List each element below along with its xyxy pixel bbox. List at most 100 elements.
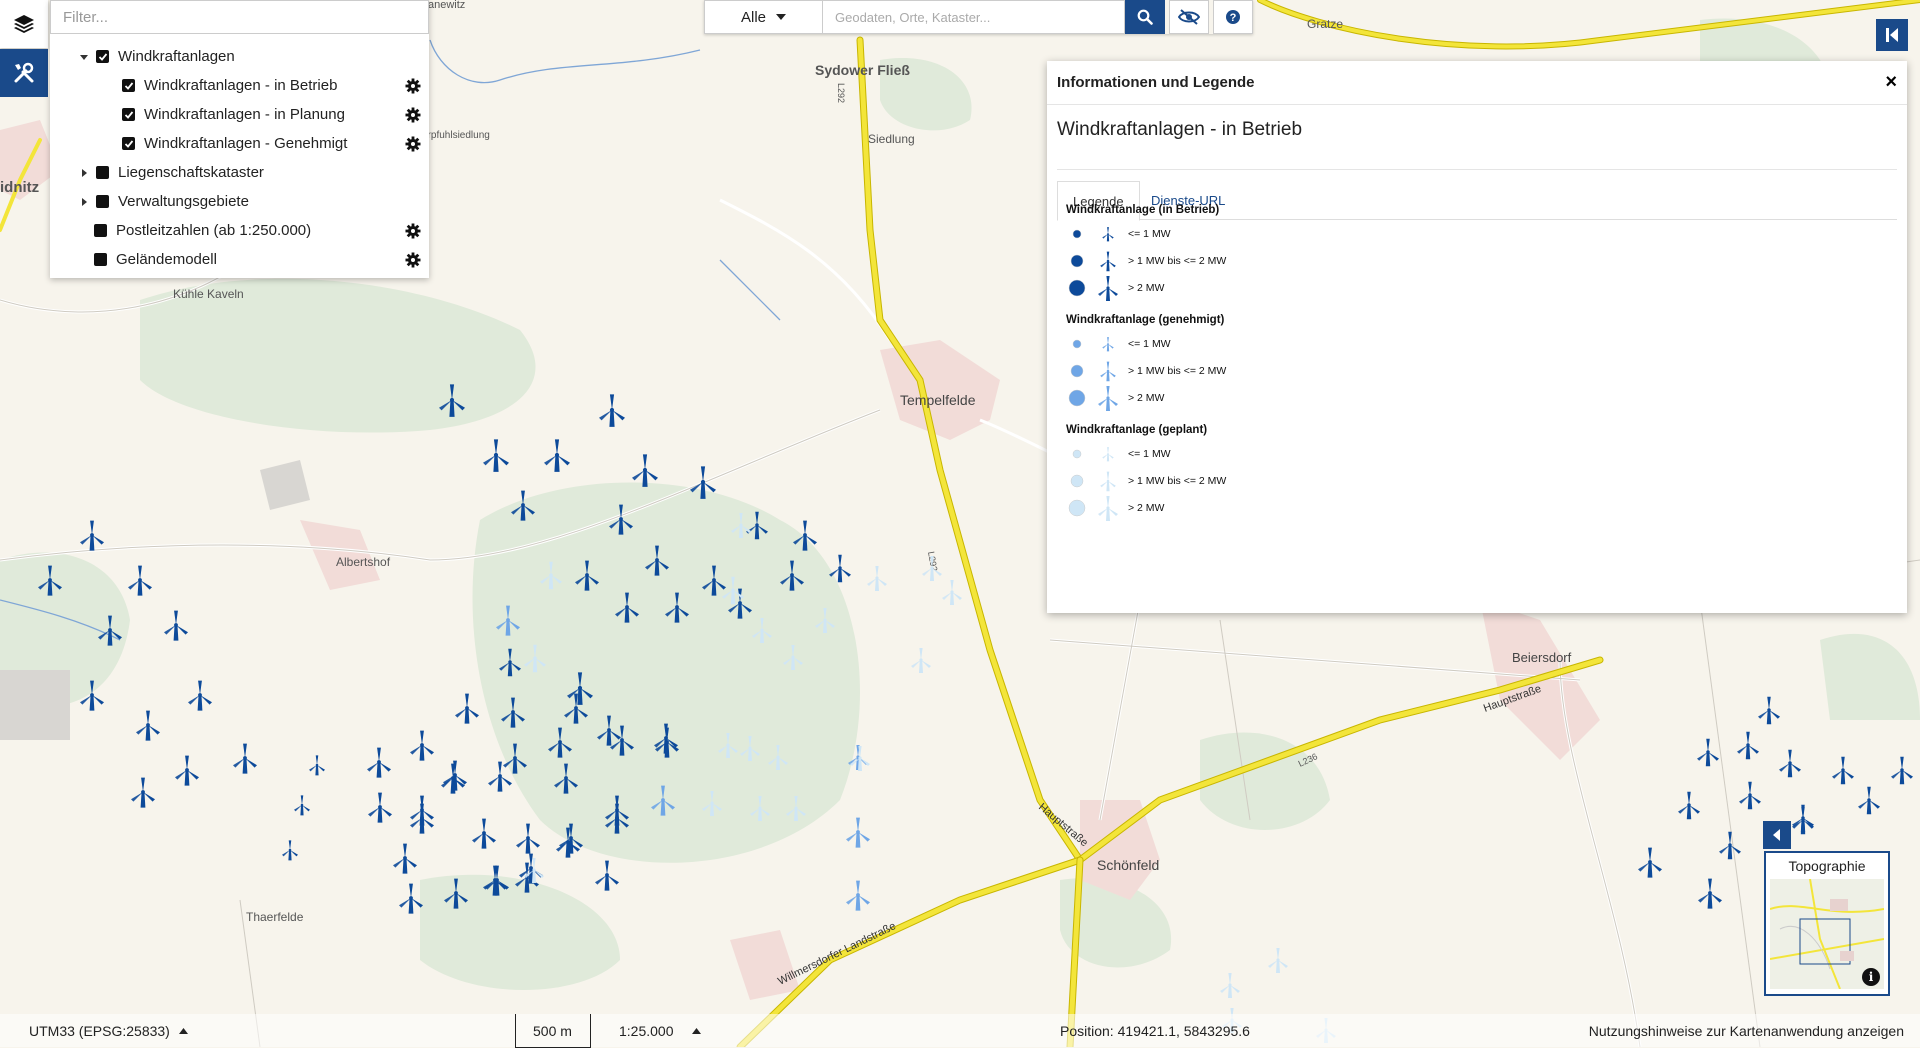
legend-item: > 2 MW [1066, 274, 1165, 302]
caret-left-icon [1773, 829, 1780, 841]
wind-turbine-icon [1088, 226, 1128, 242]
layer-checkbox[interactable] [96, 50, 109, 63]
caret-right-icon[interactable] [78, 197, 90, 206]
terms-link[interactable]: Nutzungshinweise zur Kartenanwendung anz… [1589, 1014, 1904, 1047]
tools-button[interactable] [0, 49, 48, 97]
wind-turbine-icon [1088, 494, 1128, 522]
layer-row[interactable]: Windkraftanlagen - Genehmigt [122, 129, 429, 158]
layer-row[interactable]: Liegenschaftskataster [78, 158, 429, 187]
tools-icon [14, 62, 34, 83]
overview-title: Topographie [1788, 858, 1866, 874]
legend-item: <= 1 MW [1066, 443, 1171, 465]
wind-turbine-icon [1088, 274, 1128, 302]
layer-checkbox[interactable] [94, 253, 107, 266]
label-schoenfeld: Schönfeld [1097, 857, 1159, 873]
layer-checkbox[interactable] [96, 166, 109, 179]
layer-checkbox[interactable] [94, 224, 107, 237]
gear-icon[interactable] [405, 136, 421, 152]
layers-button[interactable] [0, 0, 48, 48]
help-button[interactable]: ? [1213, 0, 1253, 34]
layer-label: Windkraftanlagen - in Betrieb [144, 77, 338, 94]
legend-dot-icon [1066, 278, 1088, 298]
label-beiersdorf: Beiersdorf [1512, 650, 1572, 665]
crs-selector[interactable]: UTM33 (EPSG:25833) [29, 1014, 188, 1047]
skip-back-icon [1886, 28, 1898, 42]
caret-down-icon [776, 14, 786, 20]
layer-tree-panel: Windkraftanlagen Windkraftanlagen - in Be… [50, 0, 429, 278]
gear-icon[interactable] [405, 252, 421, 268]
scale-selector[interactable]: 1:25.000 [619, 1014, 701, 1047]
info-icon[interactable]: i [1862, 968, 1880, 986]
search-button[interactable] [1125, 0, 1165, 34]
close-icon[interactable]: × [1885, 71, 1897, 94]
layer-row[interactable]: Geländemodell [94, 245, 429, 274]
info-layer-name: Windkraftanlagen - in Betrieb [1057, 119, 1303, 140]
legend-group-title: Windkraftanlage (genehmigt) [1066, 314, 1225, 326]
legend-dot-icon [1066, 388, 1088, 408]
layer-checkbox[interactable] [122, 79, 135, 92]
collapse-panel-button[interactable] [1876, 19, 1908, 51]
caret-right-icon[interactable] [78, 168, 90, 177]
wind-turbine-icon [1088, 470, 1128, 492]
legend-dot-icon [1066, 361, 1088, 381]
hide-results-button[interactable] [1169, 0, 1209, 34]
help-icon: ? [1226, 10, 1240, 24]
legend-dot-icon [1066, 471, 1088, 491]
gear-icon[interactable] [405, 107, 421, 123]
overview-map[interactable]: Topographie i [1764, 851, 1890, 996]
layer-checkbox[interactable] [122, 137, 135, 150]
legend-item: > 1 MW bis <= 2 MW [1066, 470, 1226, 492]
layer-row[interactable]: Windkraftanlagen - in Betrieb [122, 71, 429, 100]
legend-dot-icon [1066, 224, 1088, 244]
label-idnitz: idnitz [0, 179, 39, 196]
wind-turbine-icon [1088, 446, 1128, 462]
layer-row[interactable]: Windkraftanlagen - in Planung [122, 100, 429, 129]
wind-turbine-icon [1088, 336, 1128, 352]
legend-item-label: > 2 MW [1128, 392, 1165, 404]
legend-item-label: <= 1 MW [1128, 228, 1171, 240]
layer-row[interactable]: Postleitzahlen (ab 1:250.000) [94, 216, 429, 245]
svg-text:?: ? [1230, 12, 1237, 24]
label-anewitz: anewitz [428, 0, 465, 11]
search-category-select[interactable]: Alle [704, 0, 823, 34]
gear-icon[interactable] [405, 78, 421, 94]
layer-label: Windkraftanlagen - Genehmigt [144, 135, 348, 152]
search-icon [1137, 9, 1153, 25]
info-panel-header: Informationen und Legende × [1047, 61, 1907, 105]
layer-label: Windkraftanlagen - in Planung [144, 106, 345, 123]
layer-label: Verwaltungsgebiete [118, 193, 249, 210]
legend-item-label: <= 1 MW [1128, 338, 1171, 350]
layer-filter-input[interactable] [50, 0, 429, 34]
layer-label: Postleitzahlen (ab 1:250.000) [116, 222, 312, 239]
legend-item-label: > 1 MW bis <= 2 MW [1128, 475, 1227, 487]
wind-turbine-icon [1088, 360, 1128, 382]
layer-row[interactable]: Verwaltungsgebiete [78, 187, 429, 216]
crs-label: UTM33 (EPSG:25833) [29, 1022, 170, 1039]
search-bar: Alle ? [704, 0, 1253, 34]
legend-item: > 2 MW [1066, 494, 1164, 522]
cursor-position: Position: 419421.1, 5843295.6 [1060, 1022, 1250, 1039]
divider [1057, 169, 1897, 170]
legend-item: <= 1 MW [1066, 333, 1171, 355]
overview-toggle-button[interactable] [1763, 821, 1791, 849]
label-kuehle: Kühle Kaveln [173, 287, 244, 301]
legend-group-title: Windkraftanlage (in Betrieb) [1066, 204, 1220, 216]
info-legend-panel: Informationen und Legende × Windkraftanl… [1047, 61, 1907, 613]
layer-checkbox[interactable] [122, 108, 135, 121]
legend-item: > 1 MW bis <= 2 MW [1066, 360, 1226, 382]
status-bar: UTM33 (EPSG:25833) 500 m 1:25.000 Positi… [0, 1014, 1920, 1048]
legend-item-label: > 1 MW bis <= 2 MW [1128, 365, 1227, 377]
scale-bar-label: 500 m [533, 1022, 572, 1039]
layer-checkbox[interactable] [96, 195, 109, 208]
caret-up-icon [178, 1027, 188, 1034]
legend-item: > 2 MW [1066, 386, 1165, 411]
caret-down-icon[interactable] [78, 53, 90, 61]
info-panel-title: Informationen und Legende [1057, 74, 1255, 91]
scale-label: 1:25.000 [619, 1022, 674, 1039]
label-pfuhl: erpfuhlsiedlung [422, 130, 490, 141]
layer-row[interactable]: Windkraftanlagen [78, 42, 429, 71]
layer-label: Liegenschaftskataster [118, 164, 264, 181]
legend-item-label: > 2 MW [1128, 282, 1165, 294]
search-input[interactable] [823, 0, 1125, 34]
gear-icon[interactable] [405, 223, 421, 239]
